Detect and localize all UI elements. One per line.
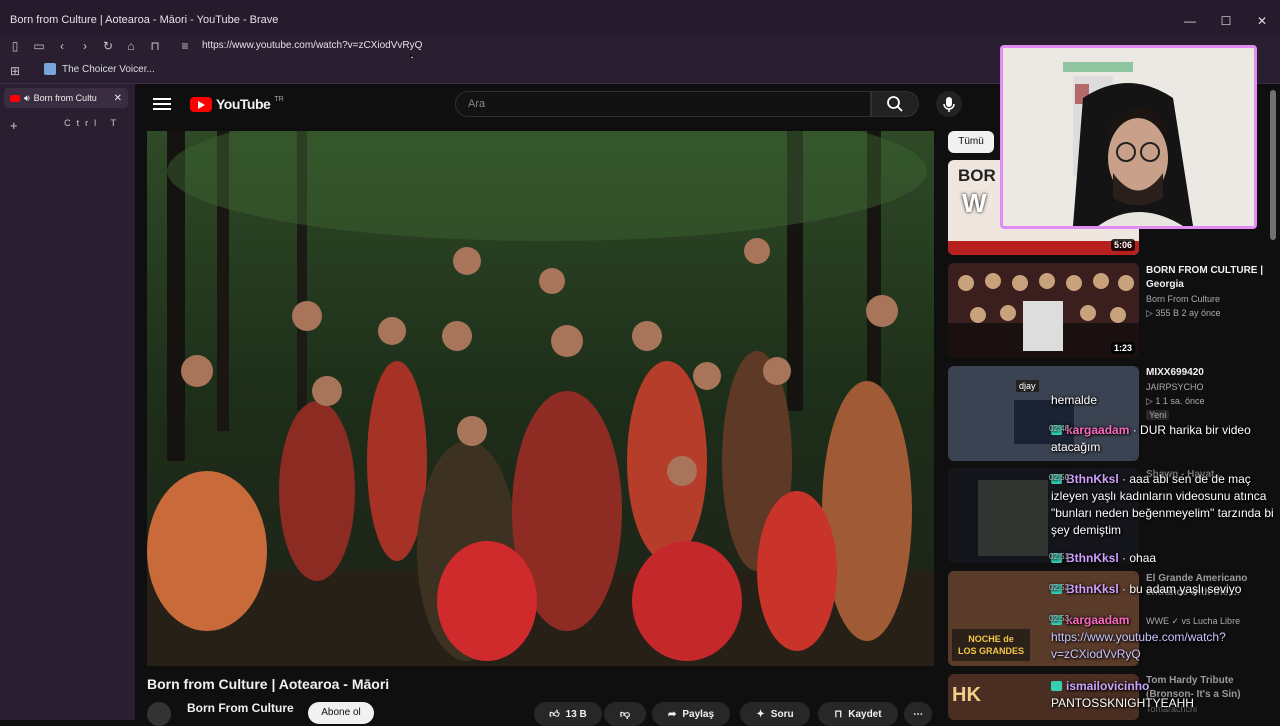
microphone-icon: [943, 97, 955, 112]
reload-icon[interactable]: ↻: [100, 38, 116, 54]
tab-close-icon[interactable]: ✕: [114, 93, 122, 104]
recommendation-meta: ▷ 355 B 2 ay önce: [1146, 308, 1221, 318]
back-icon[interactable]: ‹: [54, 38, 70, 54]
recommendation-channel[interactable]: Born From Culture: [1146, 294, 1220, 304]
chat-username: BthnKksl: [1066, 472, 1119, 486]
chat-username: ismailovicinho: [1066, 679, 1150, 693]
recommendation-channel[interactable]: JAIRPSYCHO: [1146, 382, 1204, 392]
webcam-image: [1003, 48, 1254, 226]
search-icon: [887, 96, 903, 112]
chat-timestamp: 02:52: [1049, 583, 1070, 592]
save-button[interactable]: ⊓ Kaydet: [818, 702, 898, 726]
chat-timestamp: 02:51: [1049, 552, 1070, 561]
search-button[interactable]: [871, 91, 919, 117]
ask-label: Soru: [770, 708, 794, 720]
chat-link[interactable]: https://www.youtube.com/watch?v=zCXiodVv…: [1051, 630, 1226, 661]
share-icon: ➦: [667, 708, 677, 720]
chat-username: kargaadam: [1066, 423, 1130, 437]
minimize-icon[interactable]: —: [1181, 12, 1199, 30]
badge-icon: [1051, 681, 1062, 691]
search-input[interactable]: Ara: [455, 91, 871, 117]
chat-text: ohaa: [1129, 551, 1157, 565]
subscribe-button[interactable]: Abone ol: [308, 702, 374, 724]
chat-username: BthnKksl: [1066, 551, 1119, 565]
recommendation-title[interactable]: MIXX699420: [1146, 366, 1266, 380]
chat-timestamp: 02:50: [1049, 473, 1070, 482]
save-icon: ⊓: [834, 708, 843, 720]
bookmark-icon[interactable]: ⊓: [147, 38, 163, 54]
channel-avatar[interactable]: [147, 702, 171, 726]
menu-icon[interactable]: [153, 95, 171, 111]
apps-grid-icon[interactable]: ⊞: [7, 63, 23, 79]
video-duration: 1:23: [1110, 342, 1135, 354]
save-label: Kaydet: [848, 708, 882, 720]
maximize-icon[interactable]: ☐: [1217, 12, 1235, 30]
chat-username: BthnKksl: [1066, 582, 1119, 596]
video-duration: 5:06: [1110, 239, 1135, 251]
more-actions-button[interactable]: ⋯: [904, 702, 932, 726]
chat-message: 02:52 BthnKksl · bu adam yaşlı seviyo: [1049, 581, 1276, 598]
chat-message: 02:53 kargaadam https://www.youtube.com/…: [1049, 612, 1276, 663]
chat-message: 02:50 BthnKksl · aaa abi sen de de maç i…: [1049, 471, 1276, 539]
speaker-icon[interactable]: 🔊︎: [24, 93, 30, 104]
scrollbar-thumb[interactable]: [1270, 90, 1276, 240]
new-tab-shortcut: Ctrl T: [64, 118, 122, 128]
chat-timestamp: 02:53: [1049, 614, 1070, 623]
chat-message: 02:51 BthnKksl · ohaa: [1049, 550, 1276, 567]
home-icon[interactable]: ⌂: [123, 38, 139, 54]
video-title: Born from Culture | Aotearoa - Māori: [147, 676, 390, 692]
recommendation-thumbnail[interactable]: 1:23: [948, 263, 1139, 358]
share-label: Paylaş: [682, 708, 715, 720]
sparkle-icon: ✦: [756, 708, 765, 720]
chat-text: PANTOSSKNIGHTYEAHH: [1051, 696, 1194, 710]
thumbs-up-icon: 👍︎: [549, 709, 560, 720]
chat-text: hemalde: [1051, 393, 1098, 407]
bookmark-label: The Choicer Voicer...: [62, 63, 155, 75]
youtube-play-icon: [190, 96, 212, 112]
webcam-overlay: [1000, 45, 1257, 229]
chat-message: 02:48 kargaadam · DUR harika bir video a…: [1049, 422, 1276, 456]
recommendation-title[interactable]: BORN FROM CULTURE | Georgia: [1146, 264, 1266, 292]
vertical-tabs-panel: [0, 84, 135, 720]
like-button[interactable]: 👍︎ 13 B: [534, 702, 602, 726]
region-code: TR: [274, 96, 284, 103]
youtube-logo-text: YouTube: [216, 96, 271, 112]
plus-icon: +: [10, 118, 18, 133]
chat-message: hemalde: [1051, 392, 1276, 409]
tab-youtube[interactable]: 🔊︎ Born from Cultu ✕: [4, 88, 128, 108]
like-count: 13 B: [565, 708, 587, 720]
dislike-button[interactable]: 👎︎: [604, 702, 646, 726]
filter-chip-all[interactable]: Tümü: [948, 131, 994, 153]
voice-search-button[interactable]: [936, 91, 962, 117]
youtube-logo[interactable]: YouTube TR: [190, 96, 284, 112]
djay-logo: djay: [1016, 380, 1039, 392]
video-player[interactable]: [147, 131, 934, 666]
window-title: Born from Culture | Aotearoa - Māori - Y…: [10, 14, 279, 26]
site-info-icon[interactable]: ≡: [177, 38, 193, 54]
thumbs-down-icon: 👎︎: [619, 709, 631, 720]
tab-search-icon[interactable]: ▭: [31, 38, 47, 54]
chat-text: bu adam yaşlı seviyo: [1129, 582, 1242, 596]
bookmark-item[interactable]: The Choicer Voicer...: [44, 63, 155, 75]
new-tab-button[interactable]: + Ctrl T: [10, 118, 130, 133]
sidebar-toggle-icon[interactable]: ▯: [7, 38, 23, 54]
bookmark-favicon-icon: [44, 63, 56, 75]
ask-button[interactable]: ✦ Soru: [740, 702, 810, 726]
new-badge: Yeni: [1146, 410, 1170, 420]
title-bar: Born from Culture | Aotearoa - Māori - Y…: [0, 0, 1280, 36]
chat-message: ismailovicinho PANTOSSKNIGHTYEAHH: [1051, 678, 1276, 712]
more-icon: ⋯: [913, 708, 923, 720]
chat-timestamp: 02:48: [1049, 424, 1070, 433]
chat-username: kargaadam: [1066, 613, 1130, 627]
tab-label: Born from Cultu: [33, 93, 97, 103]
channel-name[interactable]: Born From Culture: [187, 701, 294, 715]
url-field[interactable]: https://www.youtube.com/watch?v=zCXiodVv…: [202, 40, 422, 51]
close-icon[interactable]: ✕: [1253, 12, 1271, 30]
forward-icon[interactable]: ›: [77, 38, 93, 54]
youtube-favicon-icon: [10, 94, 20, 102]
video-frame: [147, 131, 934, 666]
share-button[interactable]: ➦ Paylaş: [652, 702, 730, 726]
